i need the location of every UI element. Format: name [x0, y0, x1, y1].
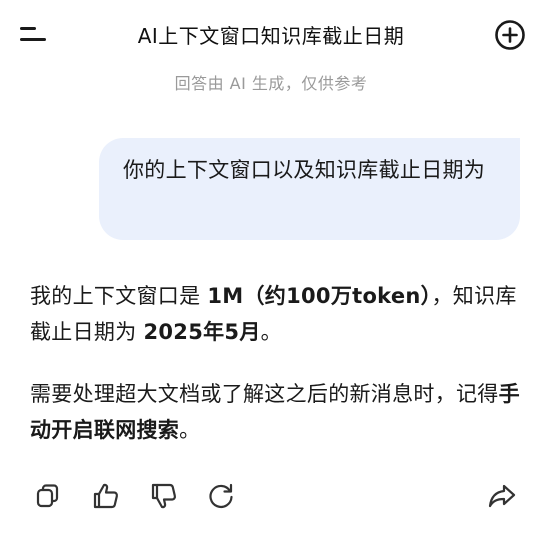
thumbs-up-icon — [93, 483, 119, 509]
assistant-message: 我的上下文窗口是 1M（约100万token），知识库截止日期为 2025年5月… — [30, 278, 520, 448]
reply-text: 我的上下文窗口是 — [30, 284, 208, 308]
share-icon — [488, 484, 516, 508]
reply-paragraph-1: 我的上下文窗口是 1M（约100万token），知识库截止日期为 2025年5月… — [30, 278, 520, 350]
reply-text: 。 — [179, 418, 201, 442]
menu-bar-top — [20, 27, 36, 30]
new-chat-button[interactable] — [492, 17, 528, 53]
copy-icon — [36, 484, 59, 508]
reply-paragraph-2: 需要处理超大文档或了解这之后的新消息时，记得手动开启联网搜索。 — [30, 376, 520, 448]
copy-button[interactable] — [32, 480, 64, 512]
reply-bold-context-size: 1M（约100万token） — [207, 284, 432, 308]
reply-bold-cutoff-date: 2025年5月 — [143, 320, 261, 344]
message-actions — [0, 478, 542, 514]
like-button[interactable] — [90, 480, 122, 512]
plus-circle-icon — [494, 19, 525, 50]
reply-text: 。 — [260, 320, 282, 344]
regenerate-icon — [209, 483, 233, 509]
menu-icon[interactable] — [14, 18, 54, 50]
dislike-button[interactable] — [148, 480, 180, 512]
top-bar: AI上下文窗口知识库截止日期 — [0, 0, 542, 70]
page-title: AI上下文窗口知识库截止日期 — [137, 24, 405, 48]
thumbs-down-icon — [151, 483, 177, 509]
regenerate-button[interactable] — [205, 480, 237, 512]
reply-text: 需要处理超大文档或了解这之后的新消息时，记得 — [30, 382, 499, 406]
user-message-text: 你的上下文窗口以及知识库截止日期为 — [123, 158, 486, 182]
share-button[interactable] — [486, 480, 518, 512]
user-message-bubble: 你的上下文窗口以及知识库截止日期为 — [99, 138, 520, 240]
menu-bar-bottom — [20, 38, 46, 41]
ai-disclaimer: 回答由 AI 生成，仅供参考 — [174, 74, 368, 93]
